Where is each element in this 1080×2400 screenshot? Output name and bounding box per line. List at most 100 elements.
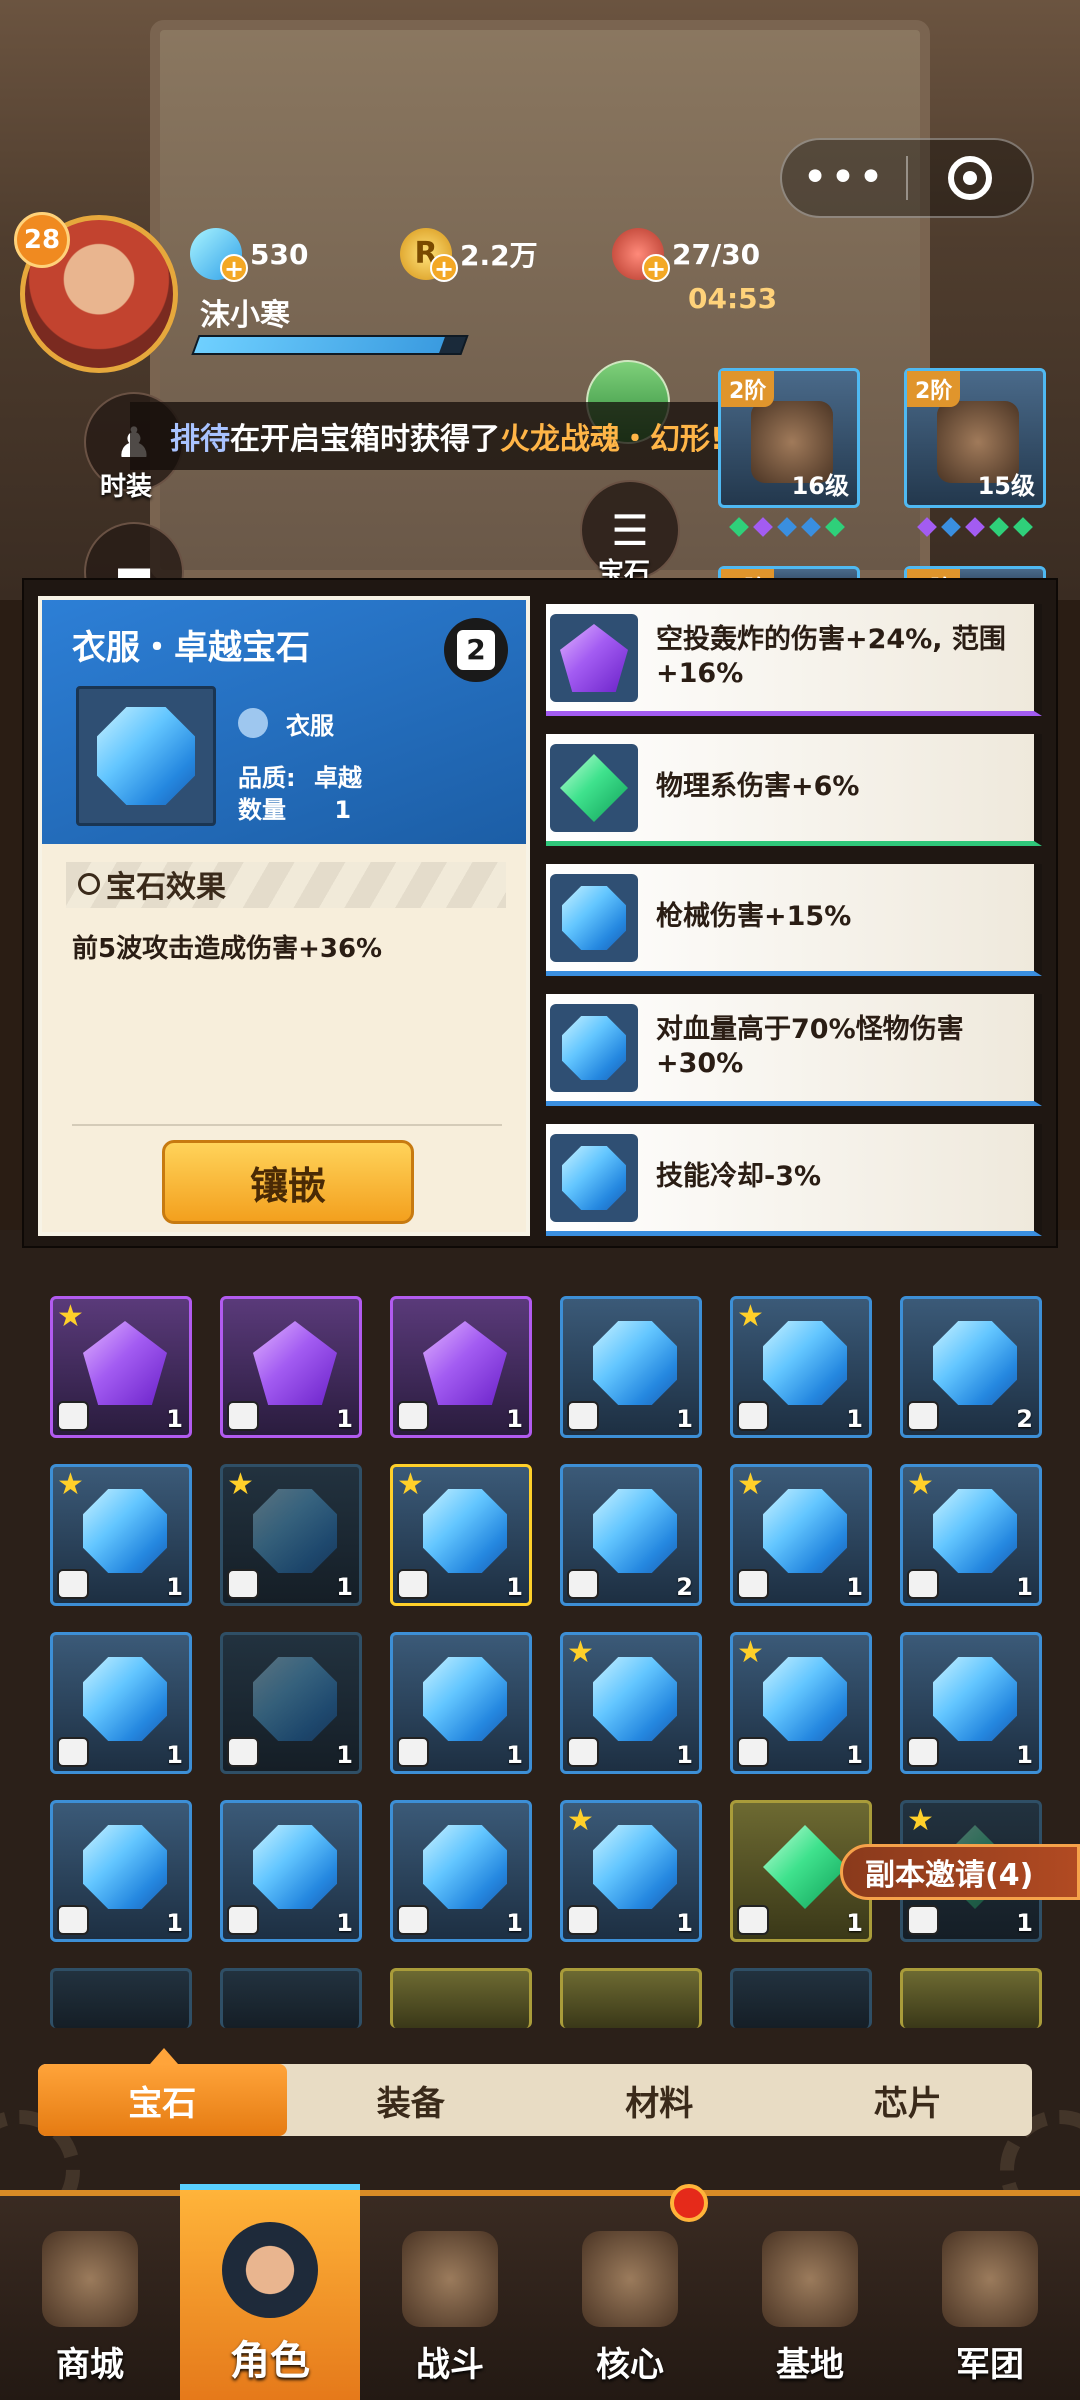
equip-slot-icon xyxy=(907,1401,939,1431)
gem-option-row[interactable]: 对血量高于70%怪物伤害+30% xyxy=(546,994,1042,1106)
gem-cell-partial[interactable] xyxy=(50,1968,192,2028)
gold-value: 2.2万 xyxy=(460,239,538,272)
gem-cell[interactable]: 1 xyxy=(900,1632,1042,1774)
gem-option-row[interactable]: 枪械伤害+15% xyxy=(546,864,1042,976)
more-button[interactable]: ••• xyxy=(782,138,906,218)
tab-equipment[interactable]: 装备 xyxy=(287,2064,536,2136)
gem-option-row[interactable]: 物理系伤害+6% xyxy=(546,734,1042,846)
blue-gem-icon xyxy=(562,1146,626,1210)
gem-cell[interactable]: ★ 1 xyxy=(730,1296,872,1438)
gem-cell-partial[interactable] xyxy=(390,1968,532,2028)
gem-cell[interactable]: ★ 1 xyxy=(560,1800,702,1942)
gem-cell[interactable]: 1 xyxy=(390,1632,532,1774)
nav-legion[interactable]: 军团 xyxy=(900,2196,1080,2400)
blue-gem-icon xyxy=(562,886,626,950)
purple-gem-icon xyxy=(560,624,628,692)
gem-cell[interactable]: ★ 1 xyxy=(730,1464,872,1606)
equip-slot-icon xyxy=(397,1401,429,1431)
notification-dot xyxy=(670,2184,708,2222)
star-icon: ★ xyxy=(567,1803,594,1838)
star-icon: ★ xyxy=(227,1467,254,1502)
blue-gem-icon xyxy=(83,1825,167,1909)
stamina-resource[interactable]: + 27/30 xyxy=(612,228,760,282)
close-button[interactable] xyxy=(908,156,1032,200)
gem-cell[interactable]: 1 xyxy=(220,1632,362,1774)
gem-option-text: 枪械伤害+15% xyxy=(656,901,852,932)
inlay-button[interactable]: 镶嵌 xyxy=(162,1140,414,1224)
gem-cell[interactable]: 2 xyxy=(900,1296,1042,1438)
nav-battle[interactable]: 战斗 xyxy=(360,2196,540,2400)
equip-slot-helmet[interactable]: 2阶 16级 xyxy=(718,368,860,508)
add-diamond-icon[interactable]: + xyxy=(220,254,248,282)
gem-cell-partial[interactable] xyxy=(900,1968,1042,2028)
gloves-gem-dots xyxy=(917,517,1033,540)
tab-pointer xyxy=(150,2048,178,2064)
gem-cell[interactable]: ★ 1 xyxy=(390,1464,532,1606)
effect-title: 宝石效果 xyxy=(78,862,226,906)
gem-count: 1 xyxy=(166,1573,183,1601)
helmet-gem-dots xyxy=(729,517,845,540)
equip-slot-icon xyxy=(567,1737,599,1767)
gem-count: 1 xyxy=(846,1573,863,1601)
character-icon xyxy=(222,2222,318,2318)
blue-gem-icon xyxy=(423,1489,507,1573)
nav-label: 军团 xyxy=(956,2345,1024,2385)
gem-cell[interactable]: ★ 1 xyxy=(730,1632,872,1774)
tab-chip[interactable]: 芯片 xyxy=(784,2064,1033,2136)
gem-option-row[interactable]: 技能冷却-3% xyxy=(546,1124,1042,1236)
nav-label: 商城 xyxy=(56,2345,124,2385)
blue-gem-icon xyxy=(933,1489,1017,1573)
gem-option-icon-box xyxy=(550,874,638,962)
blue-gem-icon xyxy=(933,1657,1017,1741)
blue-gem-icon xyxy=(253,1825,337,1909)
quality-value: 卓越 xyxy=(313,764,362,792)
gem-cell-partial[interactable] xyxy=(730,1968,872,2028)
gem-cell[interactable]: ★ 1 xyxy=(50,1296,192,1438)
tab-gem[interactable]: 宝石 xyxy=(38,2064,287,2136)
gem-cell[interactable]: ★ 1 xyxy=(50,1464,192,1606)
add-gold-icon[interactable]: + xyxy=(430,254,458,282)
badge-number: 2 xyxy=(457,630,495,670)
gem-cell[interactable]: 1 xyxy=(390,1800,532,1942)
star-icon: ★ xyxy=(567,1635,594,1670)
tab-material[interactable]: 材料 xyxy=(535,2064,784,2136)
dungeon-invite-button[interactable]: 副本邀请(4) xyxy=(840,1844,1080,1900)
equip-slot-gloves[interactable]: 2阶 15级 xyxy=(904,368,1046,508)
gem-cell[interactable]: ★ 1 xyxy=(900,1464,1042,1606)
gem-cell[interactable]: 2 xyxy=(560,1464,702,1606)
gem-count: 1 xyxy=(166,1741,183,1769)
gem-cell[interactable]: ★ 1 xyxy=(560,1632,702,1774)
star-icon: ★ xyxy=(907,1467,934,1502)
equip-slot-icon xyxy=(397,1737,429,1767)
add-stamina-icon[interactable]: + xyxy=(642,254,670,282)
gem-count: 1 xyxy=(846,1909,863,1937)
gem-count: 1 xyxy=(846,1741,863,1769)
gem-cell[interactable]: ★ 1 xyxy=(220,1464,362,1606)
broadcast-marquee: 排待 在开启宝箱时获得了 火龙战魂・幻形! xyxy=(130,402,810,470)
gem-option-text: 空投轰炸的伤害+24%, 范围+16% xyxy=(656,624,1006,689)
gem-option-icon-box xyxy=(550,1134,638,1222)
gem-cell[interactable]: 1 xyxy=(220,1296,362,1438)
nav-shop[interactable]: 商城 xyxy=(0,2196,180,2400)
nav-core[interactable]: 核心 xyxy=(540,2196,720,2400)
nav-character[interactable]: 角色 xyxy=(180,2184,360,2400)
gem-count: 1 xyxy=(506,1573,523,1601)
gem-cell[interactable]: 1 xyxy=(390,1296,532,1438)
gem-cell[interactable]: 1 xyxy=(220,1800,362,1942)
gem-option-row[interactable]: 空投轰炸的伤害+24%, 范围+16% xyxy=(546,604,1042,716)
gem-cell-partial[interactable] xyxy=(220,1968,362,2028)
nav-base[interactable]: 基地 xyxy=(720,2196,900,2400)
nav-label: 角色 xyxy=(230,2338,310,2384)
gem-cell[interactable]: 1 xyxy=(50,1632,192,1774)
equip-level: 16级 xyxy=(791,472,849,500)
diamond-resource[interactable]: + 530 xyxy=(190,228,308,282)
gem-count: 1 xyxy=(506,1405,523,1433)
gem-option-text: 对血量高于70%怪物伤害+30% xyxy=(656,1014,964,1079)
gem-cell[interactable]: 1 xyxy=(50,1800,192,1942)
gold-resource[interactable]: R + 2.2万 xyxy=(400,228,538,282)
gem-cell-partial[interactable] xyxy=(560,1968,702,2028)
equip-slot-icon xyxy=(397,1905,429,1935)
gem-cell[interactable]: 1 xyxy=(560,1296,702,1438)
blue-gem-icon xyxy=(763,1657,847,1741)
blue-gem-icon xyxy=(593,1825,677,1909)
